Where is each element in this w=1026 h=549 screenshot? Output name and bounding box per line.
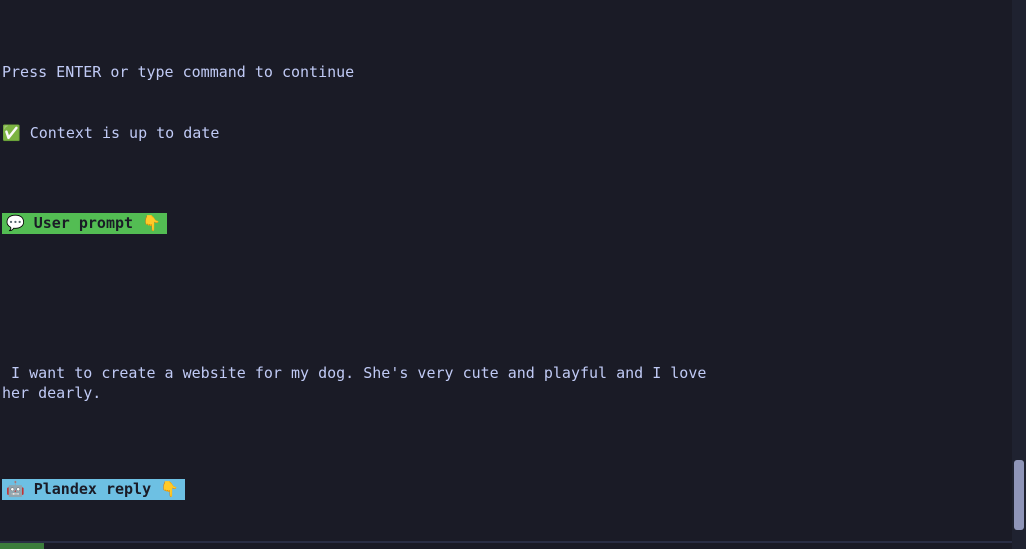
user-prompt-text: I want to create a website for my dog. S… (2, 363, 722, 403)
reply-banner-row: 🤖 Plandex reply 👇 (2, 469, 1010, 508)
user-prompt-banner: 💬 User prompt 👇 (2, 213, 167, 234)
blank-row (2, 302, 1010, 322)
down-arrow-icon: 👇 (142, 214, 161, 232)
user-prompt-banner-label: User prompt (25, 214, 142, 232)
check-icon: ✅ (2, 124, 21, 142)
speech-icon: 💬 (6, 214, 25, 232)
status-accent (0, 543, 44, 549)
prompt-press-enter: Press ENTER or type command to continue (2, 62, 1010, 82)
divider (0, 541, 1012, 543)
reply-banner-label: Plandex reply (25, 480, 160, 498)
user-prompt-banner-row: 💬 User prompt 👇 (2, 203, 1010, 242)
terminal-screen: Press ENTER or type command to continue … (0, 0, 1026, 549)
scrollbar-thumb[interactable] (1014, 460, 1024, 530)
terminal-content[interactable]: Press ENTER or type command to continue … (0, 0, 1012, 549)
vertical-scrollbar[interactable] (1012, 0, 1026, 549)
down-arrow-icon: 👇 (160, 480, 179, 498)
context-status-text: Context is up to date (21, 124, 220, 142)
context-status: ✅ Context is up to date (2, 123, 1010, 143)
reply-banner: 🤖 Plandex reply 👇 (2, 479, 185, 500)
robot-icon: 🤖 (6, 480, 25, 498)
